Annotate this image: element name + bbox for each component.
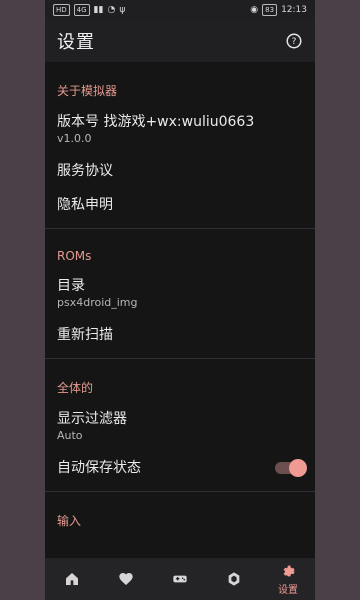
heart-icon [119,573,133,585]
privacy-title: 隐私申明 [57,197,113,213]
version-subtitle: v1.0.0 [57,132,92,145]
usb-icon: ψ [119,5,126,15]
version-title: 版本号 找游戏+wx:wuliu0663 [57,114,255,130]
section-header-general: 全体的 [57,381,94,395]
display-filter-item[interactable]: 显示过滤器 Auto [45,402,315,451]
battery-indicator: 83 [262,4,278,16]
right-frame [315,0,360,600]
network-badge-hd: HD [53,4,70,16]
left-frame [0,0,45,600]
settings-list: 关于模拟器 版本号 找游戏+wx:wuliu0663 v1.0.0 服务协议 隐… [45,62,315,535]
directory-item[interactable]: 目录 psx4droid_img [45,269,315,318]
eye-icon: ◉ [250,5,259,15]
network-badge-4g: 4G [73,4,90,16]
service-agreement-title: 服务协议 [57,163,113,179]
status-right: ◉ 83 12:13 [250,4,307,16]
home-icon [66,573,78,585]
autosave-toggle[interactable] [275,459,307,477]
help-icon[interactable]: ? [285,32,303,50]
nav-games[interactable] [154,558,206,600]
section-about: 关于模拟器 版本号 找游戏+wx:wuliu0663 v1.0.0 服务协议 隐… [45,62,315,229]
display-filter-title: 显示过滤器 [57,411,127,427]
nav-settings-label: 设置 [278,584,298,596]
status-left: HD 4G ▮▮ ◔ ψ [53,4,125,16]
directory-subtitle: psx4droid_img [57,296,138,309]
directory-title: 目录 [57,278,85,294]
section-input: 输入 [45,492,315,535]
nav-settings[interactable]: 设置 [262,558,314,600]
gamepad-icon [173,575,187,583]
autosave-item[interactable]: 自动保存状态 [45,451,315,485]
wifi-icon: ◔ [107,5,116,15]
page-title: 设置 [57,32,95,53]
status-time: 12:13 [281,5,307,15]
signal-icon: ▮▮ [93,5,104,15]
rescan-item[interactable]: 重新扫描 [45,318,315,352]
privacy-item[interactable]: 隐私申明 [45,188,315,222]
service-agreement-item[interactable]: 服务协议 [45,154,315,188]
hex-icon [228,572,240,586]
section-roms: ROMs 目录 psx4droid_img 重新扫描 [45,229,315,359]
rescan-title: 重新扫描 [57,327,113,343]
nav-home[interactable] [46,558,98,600]
display-filter-subtitle: Auto [57,429,83,442]
nav-favorites[interactable] [100,558,152,600]
status-bar: HD 4G ▮▮ ◔ ψ ◉ 83 12:13 [45,0,315,20]
nav-extensions[interactable] [208,558,260,600]
phone-screen: HD 4G ▮▮ ◔ ψ ◉ 83 12:13 设置 ? 关于模拟器 版本号 找… [45,0,315,600]
section-general: 全体的 显示过滤器 Auto 自动保存状态 [45,359,315,492]
version-item[interactable]: 版本号 找游戏+wx:wuliu0663 v1.0.0 [45,105,315,154]
autosave-title: 自动保存状态 [57,460,141,476]
app-bar: 设置 ? [45,20,315,62]
section-header-about: 关于模拟器 [57,84,118,98]
bottom-navigation: 设置 [45,558,315,600]
autosave-toggle-knob [289,459,307,477]
section-header-input: 输入 [57,514,82,528]
svg-text:?: ? [292,37,297,47]
section-header-roms: ROMs [57,249,92,263]
gear-icon [283,565,295,576]
